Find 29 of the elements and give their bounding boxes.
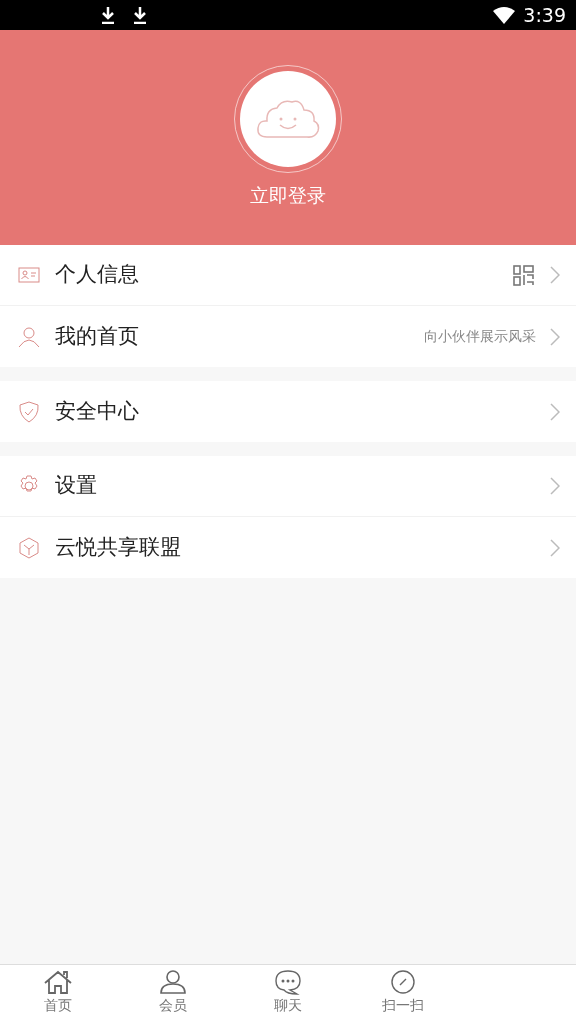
menu-label: 云悦共享联盟 (55, 533, 181, 561)
nav-tab[interactable]: 扫一扫 (345, 965, 461, 1024)
chevron-right-icon (550, 327, 560, 346)
menu-item[interactable]: 个人信息 (0, 245, 576, 306)
nav-tab[interactable]: 会员 (115, 965, 231, 1024)
menu-item[interactable]: 云悦共享联盟 (0, 517, 576, 578)
menu-label: 设置 (55, 472, 97, 500)
menu-item[interactable]: 设置 (0, 456, 576, 517)
avatar[interactable] (240, 71, 336, 168)
chevron-right-icon (550, 266, 560, 284)
chevron-right-icon (550, 477, 560, 495)
menu-label: 我的首页 (55, 322, 139, 350)
download-icon (100, 6, 116, 24)
menu-hint: 向小伙伴展示风采 (424, 327, 536, 346)
menu-item[interactable]: 我的首页 向小伙伴展示风采 (0, 306, 576, 367)
chevron-right-icon (550, 538, 560, 557)
chevron-right-icon (550, 402, 560, 421)
qr-code-icon[interactable] (513, 264, 534, 286)
nav-tab[interactable]: 首页 (0, 965, 116, 1024)
download-icon (132, 6, 148, 24)
menu-label: 安全中心 (55, 397, 139, 425)
menu-label: 个人信息 (55, 261, 139, 289)
menu-item[interactable]: 安全中心 (0, 381, 576, 442)
nav-tab[interactable]: 聊天 (230, 965, 346, 1024)
cube-icon (17, 535, 41, 560)
clock-text: 3:39 (523, 2, 566, 28)
wifi-icon (493, 6, 516, 24)
person-icon (17, 324, 41, 349)
shield-icon (17, 399, 41, 424)
